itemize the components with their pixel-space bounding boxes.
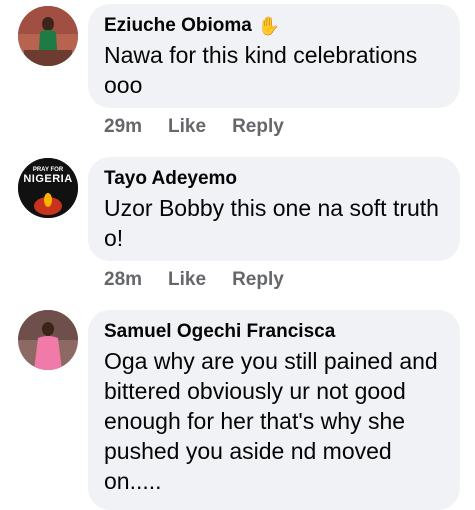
avatar-image bbox=[18, 310, 78, 370]
comment-text: Oga why are you still pained and bittere… bbox=[104, 348, 438, 494]
avatar[interactable] bbox=[18, 6, 78, 66]
comment-author[interactable]: Tayo Adeyemo bbox=[104, 167, 237, 191]
like-link[interactable]: Like bbox=[168, 116, 206, 138]
avatar[interactable]: PRAY FOR NIGERIA bbox=[18, 158, 78, 218]
comment-meta: 29m Like Reply bbox=[104, 116, 284, 138]
avatar-image bbox=[18, 6, 78, 66]
comment-author[interactable]: Eziuche Obioma bbox=[104, 14, 252, 38]
comment-time[interactable]: 28m bbox=[104, 269, 142, 291]
avatar-caption-main: NIGERIA bbox=[23, 173, 73, 185]
wave-hand-icon: ✋ bbox=[257, 16, 281, 36]
comment-author-row: Tayo Adeyemo bbox=[104, 167, 444, 191]
comment-author-row: Eziuche Obioma ✋ bbox=[104, 14, 444, 38]
comment-bubble: Samuel Ogechi Francisca Oga why are you … bbox=[88, 310, 460, 510]
comment-meta: 28m Like Reply bbox=[104, 269, 284, 291]
reply-link[interactable]: Reply bbox=[232, 116, 284, 138]
comment-text: Uzor Bobby this one na soft truth o! bbox=[104, 195, 439, 251]
comment-bubble: Tayo Adeyemo Uzor Bobby this one na soft… bbox=[88, 157, 460, 261]
avatar[interactable] bbox=[18, 310, 78, 370]
reply-link[interactable]: Reply bbox=[232, 269, 284, 291]
comment-text: Nawa for this kind celebrations ooo bbox=[104, 42, 418, 98]
comment-bubble: Eziuche Obioma ✋ Nawa for this kind cele… bbox=[88, 4, 460, 108]
like-link[interactable]: Like bbox=[168, 269, 206, 291]
comment-author[interactable]: Samuel Ogechi Francisca bbox=[104, 320, 335, 344]
comment-author-row: Samuel Ogechi Francisca bbox=[104, 320, 444, 344]
comment-time[interactable]: 29m bbox=[104, 116, 142, 138]
